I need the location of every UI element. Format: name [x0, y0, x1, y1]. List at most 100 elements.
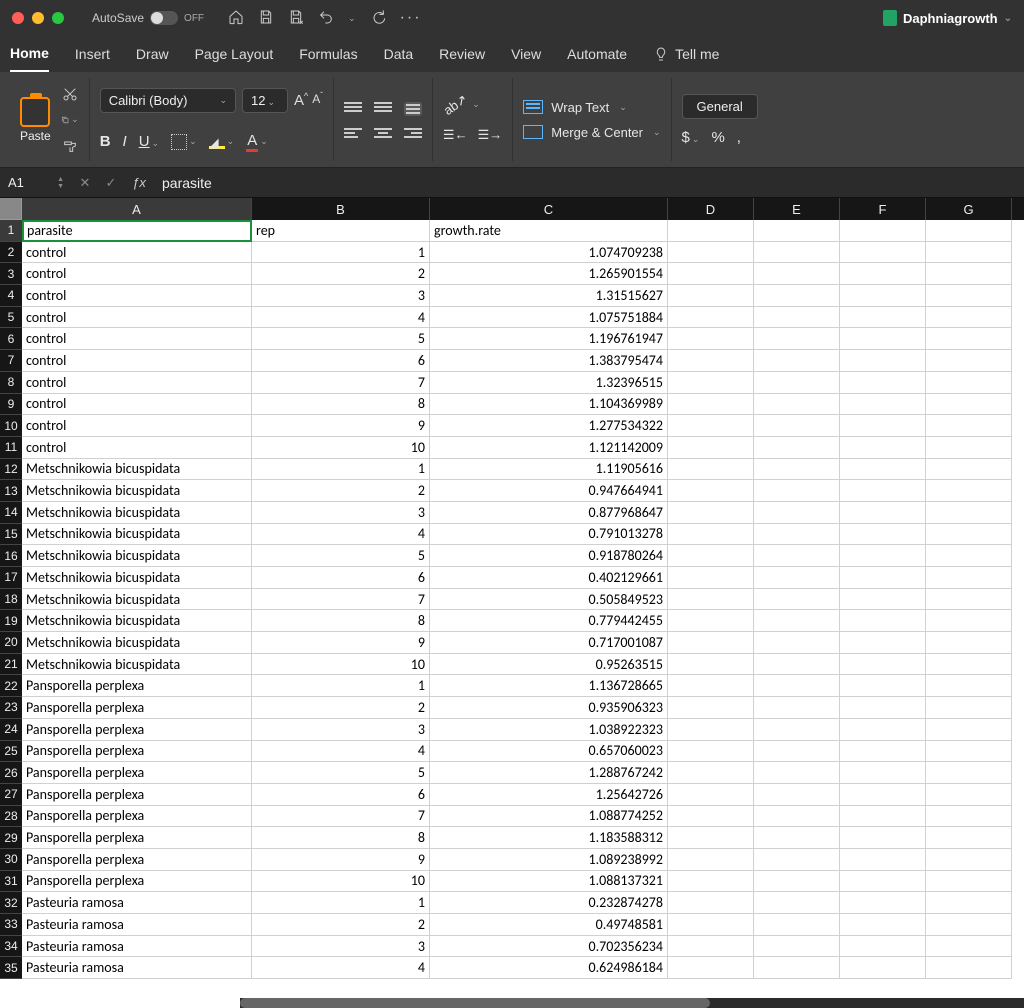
- confirm-formula-button[interactable]: ✓: [98, 175, 124, 191]
- cell[interactable]: [840, 871, 926, 893]
- cell[interactable]: [754, 502, 840, 524]
- row-header[interactable]: 3: [0, 263, 22, 285]
- format-painter-icon[interactable]: [61, 137, 79, 155]
- row-header[interactable]: 26: [0, 762, 22, 784]
- row-header[interactable]: 11: [0, 437, 22, 459]
- cell[interactable]: [754, 307, 840, 329]
- column-header-e[interactable]: E: [754, 198, 840, 220]
- cell[interactable]: [926, 545, 1012, 567]
- cell[interactable]: 0.657060023: [430, 741, 668, 763]
- cell[interactable]: 1.136728665: [430, 675, 668, 697]
- cell[interactable]: 5: [252, 762, 430, 784]
- cell[interactable]: [840, 242, 926, 264]
- cell[interactable]: [668, 415, 754, 437]
- cell[interactable]: Pansporella perplexa: [22, 871, 252, 893]
- cell[interactable]: [668, 632, 754, 654]
- cell[interactable]: 0.717001087: [430, 632, 668, 654]
- cell[interactable]: 0.791013278: [430, 524, 668, 546]
- worksheet[interactable]: A B C D E F G 12345678910111213141516171…: [0, 198, 1024, 1008]
- cell[interactable]: 10: [252, 437, 430, 459]
- cell[interactable]: Pasteuria ramosa: [22, 892, 252, 914]
- copy-icon[interactable]: ⌄: [61, 111, 79, 129]
- cell[interactable]: [840, 936, 926, 958]
- cell[interactable]: control: [22, 307, 252, 329]
- row-header[interactable]: 24: [0, 719, 22, 741]
- cell[interactable]: 1.25642726: [430, 784, 668, 806]
- cell[interactable]: [840, 697, 926, 719]
- cell[interactable]: [840, 502, 926, 524]
- formula-input[interactable]: [154, 175, 1024, 191]
- column-header-g[interactable]: G: [926, 198, 1012, 220]
- cell[interactable]: 6: [252, 567, 430, 589]
- cell[interactable]: [754, 524, 840, 546]
- cell[interactable]: [840, 480, 926, 502]
- autosave-switch[interactable]: [150, 11, 178, 25]
- cell[interactable]: [668, 242, 754, 264]
- cell[interactable]: [668, 220, 754, 242]
- cell[interactable]: [668, 654, 754, 676]
- cell[interactable]: [754, 437, 840, 459]
- cell[interactable]: Pasteuria ramosa: [22, 936, 252, 958]
- cell[interactable]: 4: [252, 741, 430, 763]
- cell[interactable]: 1.074709238: [430, 242, 668, 264]
- align-top-button[interactable]: [344, 102, 362, 116]
- cell[interactable]: [754, 719, 840, 741]
- cell[interactable]: 7: [252, 806, 430, 828]
- cell[interactable]: [840, 784, 926, 806]
- tab-insert[interactable]: Insert: [75, 36, 110, 72]
- row-header[interactable]: 12: [0, 459, 22, 481]
- cell[interactable]: [840, 394, 926, 416]
- row-header[interactable]: 21: [0, 654, 22, 676]
- cell[interactable]: Pansporella perplexa: [22, 697, 252, 719]
- cell[interactable]: [668, 827, 754, 849]
- column-header-b[interactable]: B: [252, 198, 430, 220]
- cell[interactable]: 3: [252, 719, 430, 741]
- cell[interactable]: parasite: [22, 220, 252, 242]
- cell[interactable]: [840, 914, 926, 936]
- wrap-text-button[interactable]: Wrap Text ⌄: [523, 100, 660, 115]
- cell[interactable]: 1.075751884: [430, 307, 668, 329]
- cell[interactable]: 7: [252, 589, 430, 611]
- cell[interactable]: [926, 459, 1012, 481]
- cell[interactable]: [840, 437, 926, 459]
- cell[interactable]: [754, 632, 840, 654]
- column-header-a[interactable]: A: [22, 198, 252, 220]
- row-header[interactable]: 14: [0, 502, 22, 524]
- row-header[interactable]: 22: [0, 675, 22, 697]
- row-header[interactable]: 23: [0, 697, 22, 719]
- cell[interactable]: control: [22, 263, 252, 285]
- cell[interactable]: [840, 328, 926, 350]
- row-header[interactable]: 32: [0, 892, 22, 914]
- cell[interactable]: 8: [252, 610, 430, 632]
- tab-data[interactable]: Data: [384, 36, 414, 72]
- cell[interactable]: 5: [252, 545, 430, 567]
- row-header[interactable]: 9: [0, 394, 22, 416]
- cell[interactable]: [926, 762, 1012, 784]
- cell[interactable]: Metschnikowia bicuspidata: [22, 524, 252, 546]
- bold-button[interactable]: B: [100, 133, 111, 150]
- tab-review[interactable]: Review: [439, 36, 485, 72]
- undo-icon[interactable]: [318, 9, 334, 28]
- cell[interactable]: [926, 480, 1012, 502]
- cell[interactable]: [668, 806, 754, 828]
- cell[interactable]: Pansporella perplexa: [22, 741, 252, 763]
- cell[interactable]: [926, 220, 1012, 242]
- cell[interactable]: 0.505849523: [430, 589, 668, 611]
- align-center-button[interactable]: [374, 128, 392, 138]
- cell[interactable]: [754, 328, 840, 350]
- more-icon[interactable]: ···: [400, 9, 422, 27]
- cell[interactable]: [668, 459, 754, 481]
- tab-draw[interactable]: Draw: [136, 36, 169, 72]
- cell[interactable]: [754, 936, 840, 958]
- cell[interactable]: [926, 307, 1012, 329]
- align-middle-button[interactable]: [374, 102, 392, 116]
- row-header[interactable]: 17: [0, 567, 22, 589]
- cell[interactable]: [926, 719, 1012, 741]
- increase-font-button[interactable]: A^: [294, 91, 308, 109]
- cell[interactable]: [840, 545, 926, 567]
- cell[interactable]: 4: [252, 307, 430, 329]
- fx-icon[interactable]: ƒx: [124, 175, 154, 190]
- cell[interactable]: 1.265901554: [430, 263, 668, 285]
- home-icon[interactable]: [228, 9, 244, 28]
- cell[interactable]: [668, 567, 754, 589]
